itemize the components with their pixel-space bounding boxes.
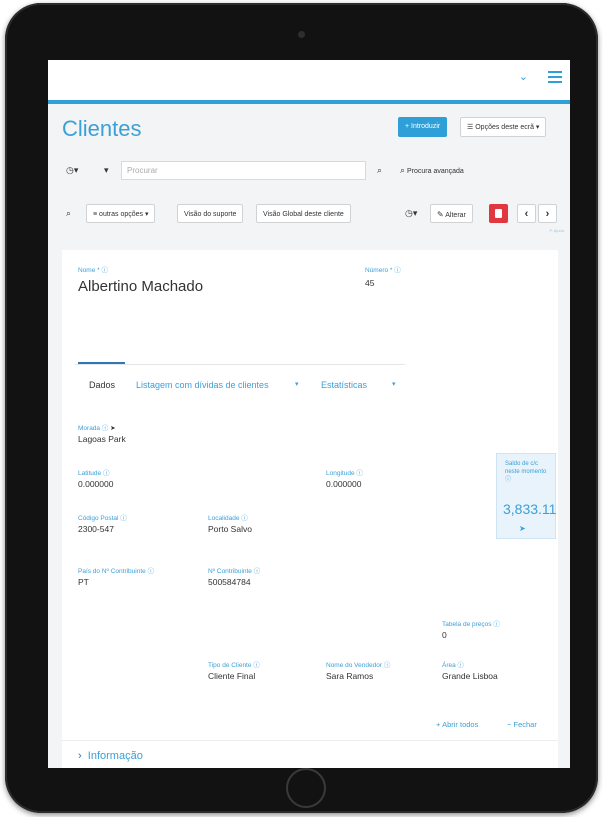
tipo-cliente-value: Cliente Final — [208, 671, 256, 681]
info-icon: ⓘ — [101, 267, 109, 274]
info-icon: ⓘ — [505, 477, 512, 483]
front-camera — [298, 31, 305, 38]
tab-listagem-caret-icon[interactable]: ▾ — [295, 380, 299, 388]
search-input[interactable]: Procurar — [121, 161, 366, 180]
contribuinte-label: Nº Contribuinte ⓘ — [208, 568, 261, 575]
tab-divider — [75, 364, 405, 365]
codigo-postal-value: 2300-547 — [78, 524, 114, 534]
pais-value: PT — [78, 577, 89, 587]
hamburger-menu-icon[interactable] — [548, 71, 562, 86]
list-icon: ☰ — [467, 124, 474, 131]
info-icon: ⓘ — [102, 470, 110, 477]
advanced-search-button[interactable]: ⌕ Procura avançada — [394, 161, 470, 180]
section-divider — [62, 740, 558, 741]
info-icon: ⓘ — [383, 662, 391, 669]
latitude-label: Latitude ⓘ — [78, 470, 110, 477]
tab-active-indicator — [78, 362, 125, 364]
numero-label: Número * ⓘ — [365, 267, 401, 274]
home-button[interactable] — [286, 768, 326, 808]
nome-value: Albertino Machado — [78, 278, 204, 295]
tipo-cliente-label: Tipo de Cliente ⓘ — [208, 662, 260, 669]
chevron-down-icon[interactable]: ⌄ — [519, 70, 528, 83]
saldo-value: 3,833.11 — [503, 501, 557, 517]
saldo-box: Saldo de c/c neste momento ⓘ 3,833.11 ➤ — [496, 453, 556, 539]
prev-record-button[interactable]: ‹ — [517, 204, 536, 223]
tab-estatisticas[interactable]: Estatísticas — [321, 380, 367, 390]
area-label: Área ⓘ — [442, 662, 465, 669]
search-icon[interactable]: ⌕ — [371, 161, 388, 180]
tabela-precos-value: 0 — [442, 630, 447, 640]
chevron-right-icon: › — [78, 750, 82, 762]
top-bar: ⌄ — [48, 60, 570, 104]
global-view-button[interactable]: Visão Global deste cliente — [256, 204, 351, 223]
longitude-value: 0.000000 — [326, 479, 362, 489]
saldo-label: Saldo de c/c neste momento ⓘ — [505, 461, 547, 483]
info-icon: ⓘ — [493, 621, 500, 628]
filter-caret-icon[interactable]: ▾ — [98, 161, 115, 180]
edit-icon: ✎ — [437, 210, 444, 219]
trash-icon — [495, 209, 502, 218]
tab-estatisticas-caret-icon[interactable]: ▾ — [392, 380, 396, 388]
morada-label: Morada ⓘ ➤ — [78, 425, 116, 432]
other-options-button[interactable]: ≡ outras opções ▾ — [86, 204, 156, 223]
info-icon: ⓘ — [241, 515, 248, 522]
localidade-label: Localidade ⓘ — [208, 515, 248, 522]
clock-filter-icon[interactable]: ◷▾ — [60, 161, 84, 180]
info-icon: ⓘ — [356, 470, 363, 477]
vendedor-label: Nome do Vendedor ⓘ — [326, 662, 391, 669]
alterar-button[interactable]: ✎ Alterar — [430, 204, 473, 223]
location-arrow-icon: ➤ — [110, 425, 116, 432]
list-icon: ≡ — [93, 211, 98, 218]
pais-label: País do Nº Contribuinte ⓘ — [78, 568, 155, 575]
zoom-icon[interactable]: ⌕ — [60, 204, 77, 223]
info-icon: ⓘ — [394, 267, 401, 274]
area-value: Grande Lisboa — [442, 671, 498, 681]
page-title: Clientes — [62, 116, 142, 141]
delete-button[interactable] — [489, 204, 508, 223]
next-record-button[interactable]: › — [538, 204, 557, 223]
nome-label: Nome * ⓘ — [78, 267, 109, 274]
history-icon[interactable]: ◷▾ — [399, 204, 423, 223]
codigo-postal-label: Código Postal ⓘ — [78, 515, 127, 522]
introduzir-button[interactable]: + Introduzir — [398, 117, 448, 137]
tabela-precos-label: Tabela de preços ⓘ — [442, 621, 500, 628]
app-screen: ⌄ Clientes + Introduzir ☰ Opções deste e… — [48, 60, 570, 768]
info-icon: ⓘ — [253, 662, 260, 669]
tab-listagem-dividas[interactable]: Listagem com dívidas de clientes — [136, 380, 269, 390]
informacao-section-toggle[interactable]: › Informação — [78, 750, 143, 762]
morada-value: Lagoas Park — [78, 434, 126, 444]
send-icon[interactable]: ➤ — [519, 524, 526, 533]
info-icon: ⓘ — [120, 515, 127, 522]
numero-value: 45 — [365, 278, 375, 288]
help-link[interactable]: P. Ajuda — [550, 228, 564, 233]
support-view-button[interactable]: Visão do suporte — [177, 204, 244, 223]
info-icon: ⓘ — [457, 662, 465, 669]
vendedor-value: Sara Ramos — [326, 671, 374, 681]
screen-options-button[interactable]: ☰ Opções deste ecrã ▾ — [460, 117, 547, 137]
tab-dados[interactable]: Dados — [89, 380, 115, 390]
info-icon: ⓘ — [253, 568, 261, 575]
open-all-link[interactable]: + Abrir todos — [436, 720, 478, 729]
info-icon: ⓘ — [101, 425, 109, 432]
contribuinte-value: 500584784 — [208, 577, 251, 587]
record-panel: Nome * ⓘ Albertino Machado Número * ⓘ 45… — [62, 250, 558, 768]
localidade-value: Porto Salvo — [208, 524, 252, 534]
plus-icon: + — [436, 720, 441, 729]
search-plus-icon: ⌕ — [400, 165, 406, 175]
info-icon: ⓘ — [147, 568, 155, 575]
tablet-frame: ⌄ Clientes + Introduzir ☰ Opções deste e… — [5, 3, 598, 813]
latitude-value: 0.000000 — [78, 479, 114, 489]
close-all-link[interactable]: − Fechar — [507, 720, 537, 729]
minus-icon: − — [507, 720, 512, 729]
longitude-label: Longitude ⓘ — [326, 470, 363, 477]
